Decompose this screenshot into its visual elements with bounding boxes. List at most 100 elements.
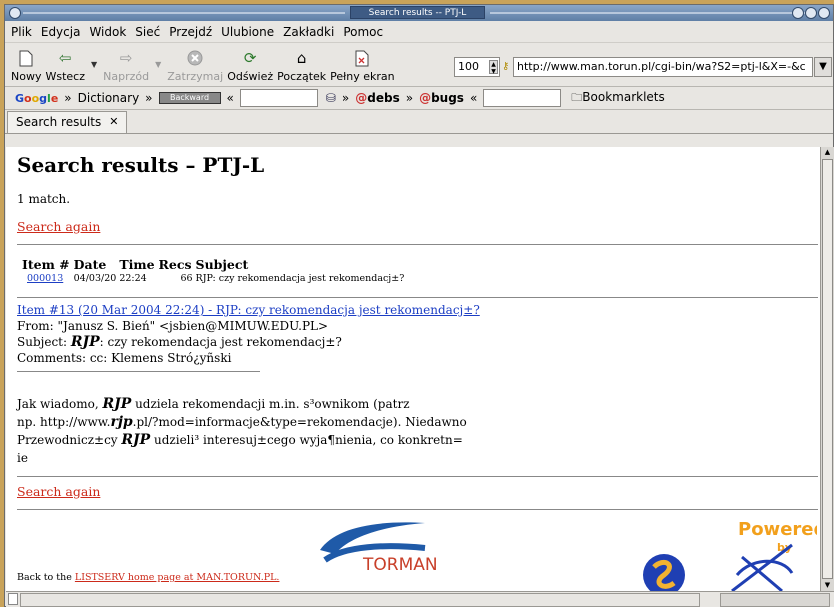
divider	[17, 371, 260, 372]
col-recs: Recs	[158, 257, 192, 272]
maximize-icon[interactable]	[805, 7, 817, 19]
page-content: Search results – PTJ-L 1 match. Search a…	[6, 147, 820, 591]
stop-button[interactable]: Zatrzymaj	[167, 48, 223, 83]
minimize-icon[interactable]	[792, 7, 804, 19]
title-bar-decoration	[490, 12, 810, 14]
tab-label: Search results	[16, 115, 102, 129]
new-document-icon	[16, 48, 36, 68]
message-comments: Comments: cc: Klemens Stró¿yñski	[17, 351, 232, 365]
menu-item-przejdz[interactable]: Przejdź	[169, 25, 212, 39]
bookmark-bugs[interactable]: @bugs	[419, 91, 464, 105]
bookmarks-toolbar: Google » Dictionary » Backward « ⛁ » @de…	[5, 87, 833, 110]
status-bar	[6, 591, 834, 607]
col-date: Date	[73, 257, 107, 272]
bookmark-search-input[interactable]	[239, 89, 318, 107]
tab-search-results[interactable]: Search results ✕	[7, 111, 128, 133]
powered-by-logo: Powered by	[643, 519, 817, 591]
url-dropdown-icon[interactable]: ▼	[814, 57, 832, 77]
forward-history-dropdown-icon[interactable]: ▼	[155, 60, 161, 69]
torman-logo: TORMAN	[320, 522, 438, 575]
scroll-down-icon[interactable]: ▼	[822, 580, 833, 591]
forward-button[interactable]: ⇨ Naprzód	[103, 48, 149, 83]
zoom-spinner-icon[interactable]: ▲ ▼	[489, 60, 498, 75]
row-subject: RJP: czy rekomendacja jest rekomendacj±?	[195, 273, 405, 284]
search-again-link-bottom[interactable]: Search again	[17, 484, 100, 499]
col-time: Time	[119, 257, 155, 272]
google-logo-icon[interactable]: Google	[15, 92, 58, 105]
home-label: Początek	[277, 70, 327, 83]
results-table: Item # Date Time Recs Subject 000013 04/…	[22, 257, 407, 284]
reload-icon: ⟳	[243, 49, 257, 67]
bugs-search-input[interactable]	[483, 89, 562, 107]
stop-label: Zatrzymaj	[167, 70, 224, 83]
window-title: Search results -- PTJ-L	[350, 6, 485, 19]
message-header: Item #13 (20 Mar 2004 22:24) - RJP: czy …	[17, 302, 480, 366]
menu-item-edycja[interactable]: Edycja	[41, 25, 81, 39]
menu-item-plik[interactable]: Plik	[11, 25, 32, 39]
window-menu-icon[interactable]	[9, 7, 21, 19]
stop-icon	[185, 48, 205, 68]
new-button[interactable]: Nowy	[11, 48, 41, 83]
message-item-link[interactable]: Item #13 (20 Mar 2004 22:24) - RJP: czy …	[17, 303, 480, 317]
reload-label: Odśwież	[227, 70, 274, 83]
progress-area	[720, 593, 830, 607]
forward-arrow-icon: ⇨	[119, 49, 133, 67]
page-status-icon	[8, 593, 18, 605]
chevron-icon: »	[405, 91, 414, 105]
scrollbar-thumb[interactable]	[822, 159, 833, 579]
footer-text: Back to the LISTSERV home page at MAN.TO…	[17, 572, 280, 583]
message-subject: Subject: RJP: czy rekomendacja jest reko…	[17, 334, 342, 350]
menu-item-siec[interactable]: Sieć	[135, 25, 160, 39]
bookmark-debs[interactable]: @debs	[355, 91, 399, 105]
home-icon: ⌂	[296, 49, 307, 67]
chevron-icon: »	[64, 91, 72, 105]
menu-item-pomoc[interactable]: Pomoc	[343, 25, 383, 39]
fullscreen-button[interactable]: Pełny ekran	[330, 48, 395, 83]
bookmark-image-icon[interactable]: ⛁	[326, 91, 336, 105]
svg-text:TORMAN: TORMAN	[362, 555, 438, 575]
fullscreen-icon	[352, 48, 372, 68]
home-button[interactable]: ⌂ Początek	[277, 48, 326, 83]
chevron-icon: «	[469, 91, 478, 105]
svg-text:Powered: Powered	[738, 519, 817, 540]
folder-icon: 🗀	[571, 90, 583, 104]
search-again-link[interactable]: Search again	[17, 219, 100, 234]
col-subject: Subject	[195, 257, 249, 272]
zoom-field[interactable]: 100 ▲ ▼	[454, 57, 500, 77]
chevron-icon: «	[226, 91, 234, 105]
bookmark-dictionary[interactable]: Dictionary	[78, 91, 140, 105]
bookmark-backward[interactable]: Backward	[158, 92, 221, 104]
url-field[interactable]: http://www.man.torun.pl/cgi-bin/wa?S2=pt…	[513, 57, 813, 77]
chevron-icon: »	[341, 91, 350, 105]
scroll-up-icon[interactable]: ▲	[822, 147, 833, 158]
divider	[17, 476, 818, 477]
zoom-value: 100	[458, 60, 479, 73]
title-bar-decoration	[23, 12, 345, 14]
listserv-home-link[interactable]: LISTSERV home page at MAN.TORUN.PL.	[75, 572, 280, 583]
back-button[interactable]: ⇦ Wstecz	[45, 48, 85, 83]
row-date: 04/03/20	[73, 273, 117, 284]
close-tab-icon[interactable]: ✕	[109, 115, 118, 133]
item-link[interactable]: 000013	[27, 273, 63, 284]
divider	[17, 509, 818, 510]
navigation-toolbar: Nowy ⇦ Wstecz ▼ ⇨ Naprzód ▼ Zatrzymaj ⟳ …	[5, 43, 833, 87]
status-text-area	[20, 593, 700, 607]
menu-item-ulubione[interactable]: Ulubione	[221, 25, 274, 39]
table-header-row: Item # Date Time Recs Subject	[22, 257, 407, 273]
col-item: Item #	[22, 257, 70, 272]
message-body: Jak wiadomo, RJP udziela rekomendacji m.…	[17, 396, 467, 465]
back-arrow-icon: ⇦	[58, 49, 72, 67]
divider	[17, 244, 818, 245]
menu-item-zakladki[interactable]: Zakładki	[283, 25, 334, 39]
reload-button[interactable]: ⟳ Odśwież	[227, 48, 273, 83]
vertical-scrollbar[interactable]: ▲ ▼	[820, 147, 834, 591]
back-label: Wstecz	[45, 70, 85, 83]
forward-label: Naprzód	[103, 70, 150, 83]
url-key-icon: ⚷	[502, 61, 510, 72]
bookmark-bookmarklets[interactable]: 🗀Bookmarklets	[571, 89, 664, 108]
close-icon[interactable]	[818, 7, 830, 19]
fullscreen-label: Pełny ekran	[330, 70, 395, 83]
menu-item-widok[interactable]: Widok	[89, 25, 126, 39]
chevron-icon: »	[145, 91, 153, 105]
back-history-dropdown-icon[interactable]: ▼	[91, 60, 97, 69]
